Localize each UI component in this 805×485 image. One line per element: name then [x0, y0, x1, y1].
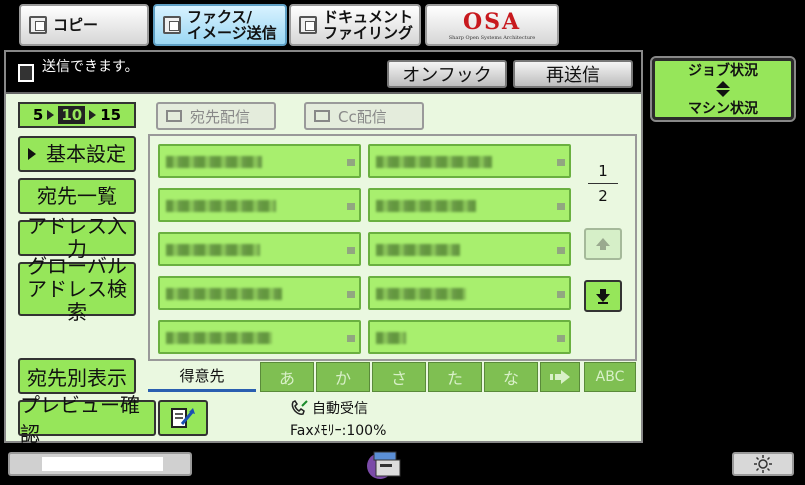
- tab-document-filing[interactable]: ドキュメント ファイリング: [289, 4, 421, 46]
- addressee-distribution-button[interactable]: 宛先配信: [156, 102, 276, 130]
- down-arrow-icon: [596, 289, 610, 304]
- document-icon: [18, 64, 34, 82]
- address-entry-button[interactable]: アドレス入力: [18, 215, 136, 261]
- tab-fax-label: ファクス/ イメージ送信: [187, 8, 277, 42]
- page-up-button[interactable]: [584, 228, 622, 260]
- page-total: 2: [598, 187, 608, 205]
- address-cell[interactable]: [158, 144, 361, 178]
- machine-status-label: マシン状況: [688, 101, 758, 117]
- cc-distribution-label: Cc配信: [338, 107, 387, 126]
- index-tab-next[interactable]: [540, 362, 580, 392]
- index-tab-na[interactable]: な: [484, 362, 538, 392]
- addressee-distribution-label: 宛先配信: [190, 107, 251, 126]
- address-cell[interactable]: [368, 320, 571, 354]
- index-tab-abc[interactable]: ABC: [584, 362, 636, 392]
- address-cell[interactable]: [368, 144, 571, 178]
- count-end[interactable]: 15: [100, 106, 121, 124]
- page-current: 1: [598, 162, 608, 180]
- address-list-label: 宛先一覧: [37, 183, 117, 208]
- cc-icon: [314, 110, 330, 122]
- fax-icon: [163, 16, 181, 34]
- on-hook-button[interactable]: オンフック: [387, 60, 507, 88]
- up-arrow-icon: [596, 238, 610, 250]
- tab-copy[interactable]: コピー: [19, 4, 149, 46]
- count-current[interactable]: 10: [58, 106, 86, 124]
- mail-icon: [166, 110, 182, 122]
- address-cell[interactable]: [158, 320, 361, 354]
- right-arrow-icon: [550, 370, 570, 384]
- tab-fax-image-send[interactable]: ファクス/ イメージ送信: [153, 4, 287, 46]
- status-strip: 送信できます。 オンフック 再送信: [6, 52, 641, 94]
- index-tab-sa[interactable]: さ: [372, 362, 426, 392]
- tab-filing-label: ドキュメント ファイリング: [323, 8, 414, 42]
- main-panel: 送信できます。 オンフック 再送信 5 10 15 宛先配信 Cc配信 基本設定…: [4, 50, 643, 446]
- arrow-icon: [89, 110, 97, 120]
- index-tab-a[interactable]: あ: [260, 362, 314, 392]
- index-tab-ta[interactable]: た: [428, 362, 482, 392]
- global-address-search-label: グローバル アドレス検索: [27, 253, 127, 324]
- address-cell[interactable]: [158, 276, 361, 310]
- osa-logo: OSA Sharp Open Systems Architecture: [448, 9, 536, 41]
- machine-graphic: [367, 451, 401, 479]
- tab-copy-label: コピー: [53, 16, 99, 34]
- count-start[interactable]: 5: [33, 106, 43, 124]
- address-cell[interactable]: [368, 232, 571, 266]
- resend-button[interactable]: 再送信: [513, 60, 633, 88]
- address-cell[interactable]: [368, 276, 571, 310]
- address-cell[interactable]: [158, 232, 361, 266]
- machine-icon[interactable]: [366, 446, 402, 482]
- page-indicator: 1 2: [588, 162, 618, 205]
- index-tab-ka[interactable]: か: [316, 362, 370, 392]
- tab-osa[interactable]: OSA Sharp Open Systems Architecture: [425, 4, 559, 46]
- brightness-button[interactable]: [732, 452, 794, 476]
- brightness-icon: [754, 455, 772, 473]
- up-down-icon: [716, 81, 730, 88]
- copy-icon: [29, 16, 47, 34]
- job-status-label: ジョブ状況: [688, 63, 758, 79]
- global-address-search-button[interactable]: グローバル アドレス検索: [18, 254, 136, 323]
- address-cell[interactable]: [158, 188, 361, 222]
- auto-receive-status: 自動受信: [290, 398, 368, 418]
- page-down-button[interactable]: [584, 280, 622, 312]
- status-message: 送信できます。: [42, 59, 139, 75]
- preview-edit-button[interactable]: [158, 400, 208, 436]
- phone-icon: [291, 400, 308, 415]
- progress-bar: [8, 452, 192, 476]
- filing-icon: [299, 16, 317, 34]
- job-machine-status-button[interactable]: ジョブ状況 マシン状況: [650, 56, 796, 122]
- index-tab-customers[interactable]: 得意先: [148, 362, 256, 392]
- play-arrow-icon: [28, 148, 36, 160]
- basic-settings-label: 基本設定: [46, 141, 126, 166]
- address-list-button[interactable]: 宛先一覧: [18, 178, 136, 214]
- basic-settings-button[interactable]: 基本設定: [18, 136, 136, 172]
- osa-logo-text: OSA: [462, 9, 522, 35]
- address-count-selector[interactable]: 5 10 15: [18, 102, 136, 128]
- preview-button[interactable]: プレビュー確認: [18, 393, 156, 446]
- cc-distribution-button[interactable]: Cc配信: [304, 102, 424, 130]
- address-grid: [148, 134, 637, 361]
- progress-fill: [42, 457, 163, 471]
- auto-receive-label: 自動受信: [312, 401, 368, 417]
- fax-memory-status: Faxﾒﾓﾘｰ:100%: [290, 423, 387, 439]
- arrow-icon: [47, 110, 55, 120]
- preview-edit-icon: [171, 408, 195, 428]
- address-cell[interactable]: [368, 188, 571, 222]
